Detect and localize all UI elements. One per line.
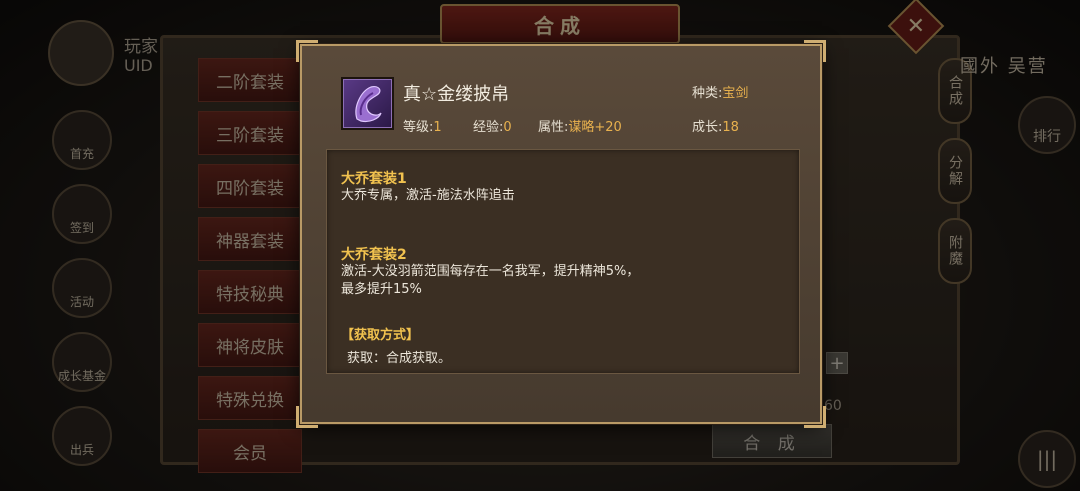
set-effect-text: 大乔专属，激活-施法水阵追击 (341, 188, 515, 203)
category-value: 宝剑 (722, 86, 749, 101)
set-effect-text: 最多提升15% (341, 282, 422, 297)
item-attribute: 属性:谋略+20 (538, 116, 622, 135)
item-experience: 经验:0 (473, 116, 512, 135)
item-level: 等级:1 (403, 116, 442, 135)
growth-label: 成长: (692, 120, 723, 135)
frame-corner-ornament (296, 406, 318, 428)
level-label: 等级: (403, 120, 434, 135)
item-name: 真☆金缕披帛 (403, 84, 510, 105)
attr-value: 谋略+20 (568, 120, 622, 135)
category-label: 种类: (692, 86, 723, 101)
level-value: 1 (433, 120, 442, 135)
set-effect-text: 激活-大没羽箭范围每存在一名我军，提升精神5%， (341, 264, 640, 279)
item-category: 种类:宝剑 (692, 82, 748, 101)
set-effect-title: 大乔套装2 (341, 247, 407, 263)
frame-corner-ornament (804, 406, 826, 428)
set-effect-title: 大乔套装1 (341, 171, 407, 187)
item-description-panel: 大乔套装1 大乔专属，激活-施法水阵追击 大乔套装2 激活-大没羽箭范围每存在一… (326, 149, 800, 374)
exp-value: 0 (503, 120, 512, 135)
attr-label: 属性: (538, 120, 569, 135)
shawl-icon (341, 77, 394, 130)
acquisition-text: 获取：合成获取。 (347, 351, 452, 366)
acquisition-title: 【获取方式】 (341, 328, 420, 343)
growth-value: 18 (722, 120, 739, 135)
frame-corner-ornament (296, 40, 318, 62)
exp-label: 经验: (473, 120, 504, 135)
item-growth: 成长:18 (692, 116, 739, 135)
frame-corner-ornament (804, 40, 826, 62)
item-detail-dialog: 真☆金缕披帛 种类:宝剑 等级:1 经验:0 属性:谋略+20 成长:18 大乔… (296, 40, 826, 428)
